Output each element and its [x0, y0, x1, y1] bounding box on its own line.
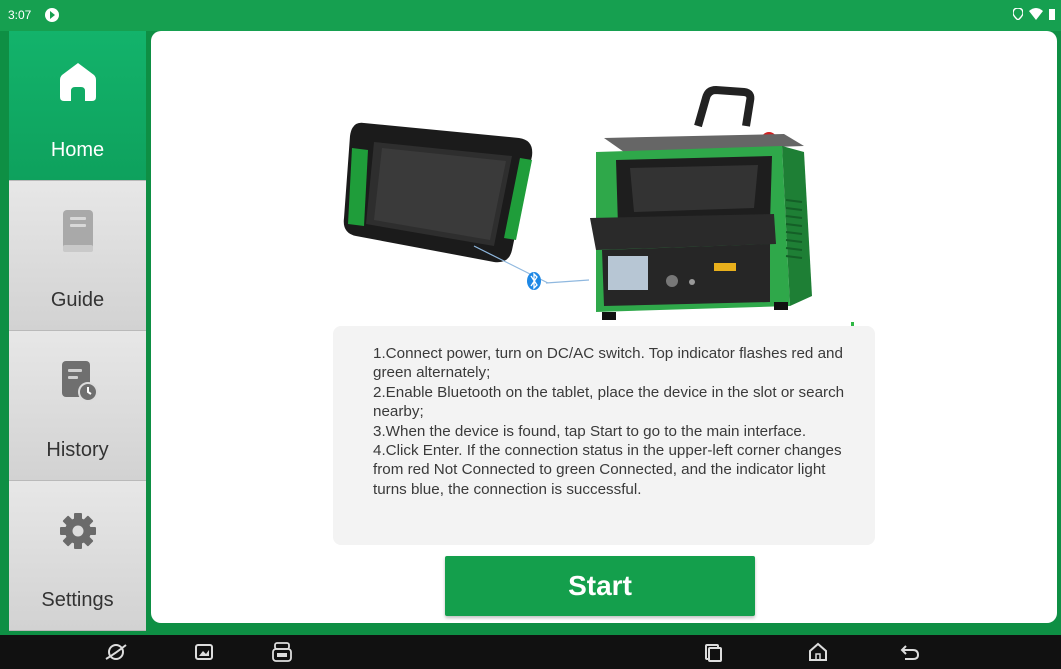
sidebar-item-settings[interactable]: Settings [9, 481, 146, 631]
sidebar-item-label: Guide [50, 289, 105, 311]
status-indicators [1013, 8, 1055, 20]
sidebar-item-home[interactable]: Home [9, 31, 146, 181]
status-bar: 3:07 [0, 0, 1061, 31]
back-icon[interactable] [898, 641, 922, 663]
location-icon [1013, 8, 1023, 20]
instruction-step: 1.Connect power, turn on DC/AC switch. T… [373, 345, 843, 382]
device-connection-illustration [343, 85, 854, 343]
bluetooth-icon [527, 272, 541, 290]
wifi-icon [1029, 8, 1043, 20]
status-time: 3:07 [8, 8, 32, 22]
battery-icon [1049, 9, 1055, 20]
instructions-panel: 1.Connect power, turn on DC/AC switch. T… [333, 326, 875, 545]
app-notification-icon [45, 8, 59, 22]
sidebar-item-history[interactable]: History [9, 331, 146, 481]
book-icon [62, 210, 93, 252]
sidebar-item-guide[interactable]: Guide [9, 181, 146, 331]
screenshot-icon[interactable] [192, 641, 216, 663]
tester-device-image [590, 85, 812, 320]
sidebar-item-label: Home [50, 139, 105, 161]
recent-apps-icon[interactable] [701, 641, 725, 663]
sidebar-item-label: History [46, 439, 109, 461]
system-nav-bar [0, 635, 1061, 669]
browser-icon[interactable] [104, 641, 128, 663]
sidebar-item-label: Settings [41, 589, 114, 611]
sidebar: Home Guide History Settings [9, 31, 146, 631]
gear-icon [59, 513, 96, 549]
home-nav-icon[interactable] [806, 641, 830, 663]
vci-icon[interactable] [270, 641, 294, 663]
history-icon [61, 361, 98, 402]
start-button[interactable]: Start [445, 556, 755, 616]
main-panel: 1.Connect power, turn on DC/AC switch. T… [151, 31, 1057, 623]
instruction-step: 3.When the device is found, tap Start to… [373, 422, 807, 440]
instruction-step: 4.Click Enter. If the connection status … [373, 442, 842, 498]
tablet-image [343, 122, 533, 263]
instruction-step: 2.Enable Bluetooth on the tablet, place … [373, 383, 845, 421]
home-icon [59, 63, 96, 101]
